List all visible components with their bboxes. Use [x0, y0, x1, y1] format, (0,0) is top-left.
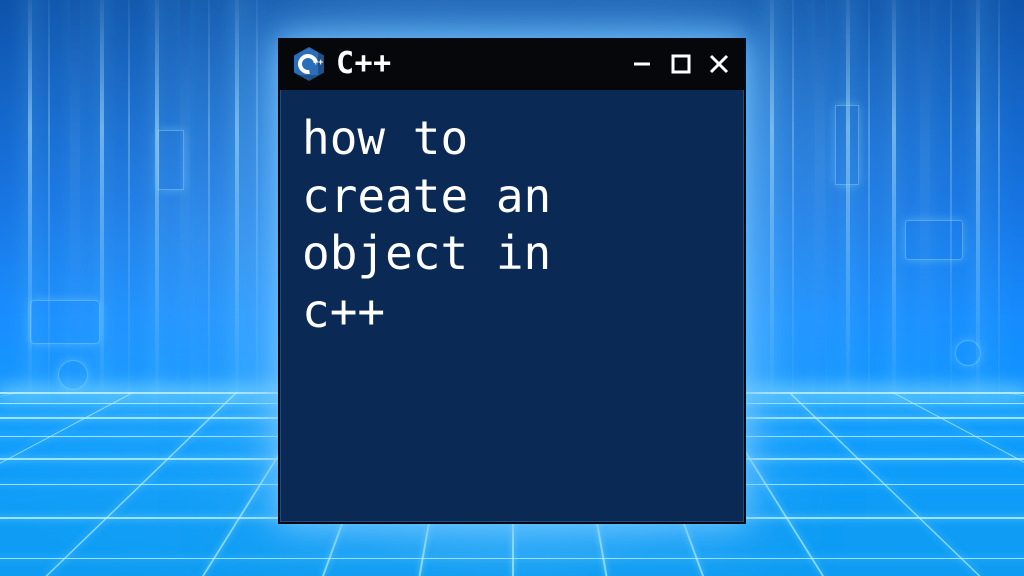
circuit-decor	[835, 105, 859, 185]
circuit-decor	[905, 220, 963, 260]
cpp-logo-icon: ++	[294, 47, 324, 81]
window-title: C++	[336, 49, 620, 79]
circuit-decor	[58, 360, 88, 390]
close-button[interactable]	[708, 53, 730, 75]
maximize-button[interactable]	[670, 53, 692, 75]
scene-root: ++ C++ how to create an object in c++	[0, 0, 1024, 576]
titlebar[interactable]: ++ C++	[280, 40, 744, 90]
circuit-decor	[30, 300, 100, 344]
circuit-decor	[158, 130, 184, 190]
window-controls	[632, 53, 730, 75]
circuit-decor	[955, 340, 981, 366]
minimize-button[interactable]	[632, 53, 654, 75]
terminal-content: how to create an object in c++	[280, 90, 744, 522]
terminal-window: ++ C++ how to create an object in c++	[278, 38, 746, 524]
